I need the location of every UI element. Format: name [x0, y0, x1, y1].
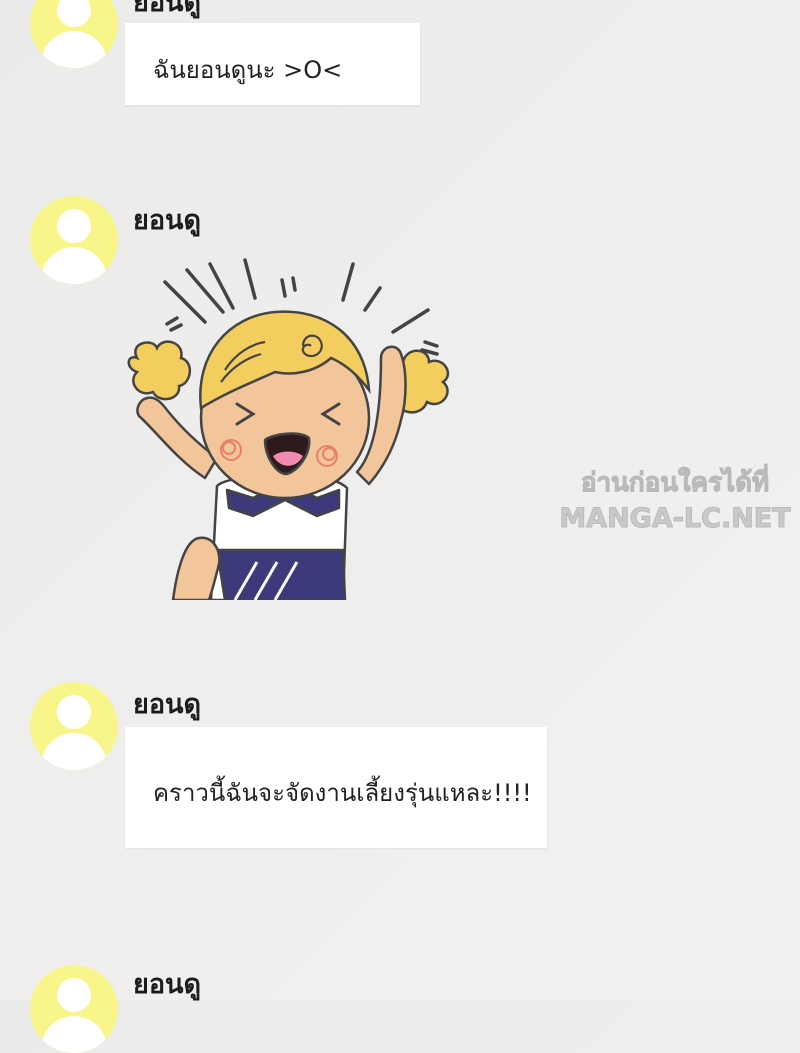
- watermark-line1: อ่านก่อนใครได้ที่: [580, 468, 770, 499]
- avatar[interactable]: [30, 196, 118, 284]
- default-user-icon: [57, 978, 91, 1012]
- message-text: ฉันยอนดูนะ >O<: [153, 56, 343, 84]
- message-bubble[interactable]: คราวนี้ฉันจะจัดงานเลี้ยงรุ่นแหละ!!!!: [125, 727, 547, 848]
- message-bubble[interactable]: ฉันยอนดูนะ >O<: [125, 23, 420, 105]
- sender-name: ยอนดู: [133, 689, 202, 720]
- message-text: คราวนี้ฉันจะจัดงานเลี้ยงรุ่นแหละ!!!!: [153, 779, 532, 807]
- default-user-icon: [57, 0, 91, 27]
- sender-name: ยอนดู: [133, 969, 202, 1000]
- avatar[interactable]: [30, 0, 118, 68]
- default-user-icon: [57, 209, 91, 243]
- cheering-girl-sticker[interactable]: [125, 250, 485, 600]
- default-user-icon: [57, 695, 91, 729]
- avatar[interactable]: [30, 682, 118, 770]
- sender-name: ยอนดู: [133, 0, 202, 18]
- avatar[interactable]: [30, 965, 118, 1053]
- watermark-line2: MANGA-LC.NET: [559, 503, 791, 535]
- watermark: อ่านก่อนใครได้ที่ MANGA-LC.NET: [555, 465, 795, 537]
- sender-name: ยอนดู: [133, 205, 202, 236]
